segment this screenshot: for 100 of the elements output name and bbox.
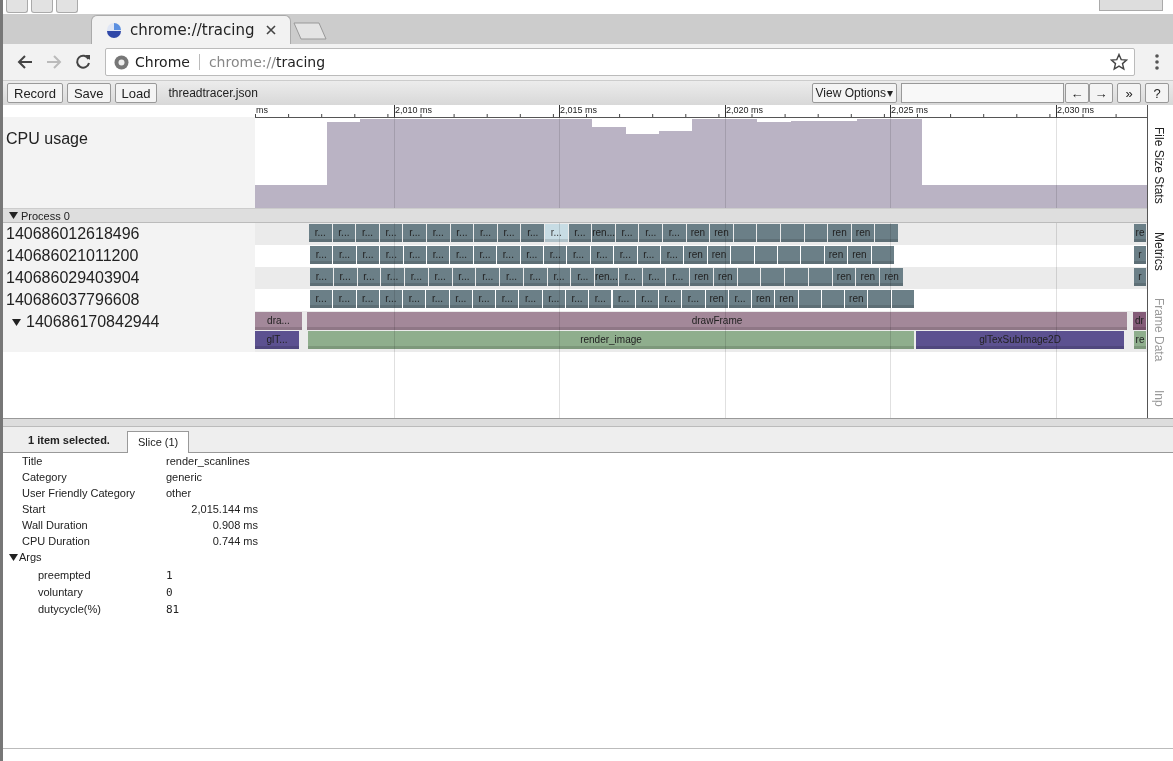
trace-slice[interactable]: r...: [682, 290, 705, 308]
trace-slice[interactable]: r...: [449, 290, 472, 308]
trace-slice[interactable]: ren: [713, 268, 737, 286]
trace-slice[interactable]: ren: [845, 290, 868, 308]
trace-slice[interactable]: render_image: [308, 331, 914, 349]
trace-slice[interactable]: r...: [427, 246, 450, 264]
trace-slice[interactable]: r...: [642, 268, 666, 286]
trace-slice[interactable]: r...: [618, 268, 642, 286]
trace-slice[interactable]: r...: [614, 246, 637, 264]
trace-slice[interactable]: r...: [356, 224, 379, 242]
trace-slice[interactable]: r...: [427, 224, 450, 242]
trace-slice[interactable]: r...: [428, 268, 452, 286]
trace-slice[interactable]: ren...: [595, 268, 618, 286]
trace-slice[interactable]: r...: [379, 224, 403, 242]
trace-slice[interactable]: dra...: [255, 312, 302, 330]
trace-slice[interactable]: r...: [333, 246, 356, 264]
trace-slice[interactable]: r...: [589, 290, 612, 308]
trace-slice[interactable]: ren: [824, 246, 848, 264]
trace-slice[interactable]: r...: [309, 224, 332, 242]
details-tab[interactable]: Slice (1): [126, 431, 190, 453]
trace-slice[interactable]: r...: [615, 224, 639, 242]
trace-slice[interactable]: r...: [590, 246, 614, 264]
trace-slice[interactable]: r...: [547, 268, 571, 286]
trace-slice[interactable]: r...: [473, 246, 497, 264]
trace-slice[interactable]: glT...: [255, 331, 299, 349]
star-icon[interactable]: [1110, 53, 1128, 71]
trace-slice[interactable]: r: [1134, 268, 1146, 286]
trace-slice[interactable]: ren: [686, 224, 710, 242]
trace-slice[interactable]: [808, 268, 832, 286]
trace-slice[interactable]: r...: [380, 246, 403, 264]
trace-slice[interactable]: r...: [379, 290, 403, 308]
trace-slice[interactable]: r...: [381, 268, 404, 286]
trace-slice[interactable]: ren: [856, 268, 880, 286]
trace-slice[interactable]: glTexSubImage2D: [916, 331, 1124, 349]
trace-slice[interactable]: r...: [405, 268, 428, 286]
trace-slice[interactable]: r...: [571, 268, 595, 286]
args-header[interactable]: Args: [9, 551, 1173, 563]
trace-slice[interactable]: [804, 224, 828, 242]
trace-slice[interactable]: r...: [357, 268, 381, 286]
trace-slice[interactable]: r...: [542, 290, 565, 308]
trace-slice[interactable]: r...: [661, 246, 684, 264]
trace-slice[interactable]: r...: [545, 224, 568, 242]
arrow-button[interactable]: ←: [1065, 83, 1089, 103]
trace-slice[interactable]: r...: [496, 290, 519, 308]
view-options-button[interactable]: View Options▾: [811, 83, 897, 103]
trace-slice[interactable]: r...: [310, 246, 333, 264]
trace-slice[interactable]: r...: [310, 268, 333, 286]
trace-slice[interactable]: dr: [1133, 312, 1146, 330]
trace-slice[interactable]: r...: [639, 224, 662, 242]
trace-slice[interactable]: r...: [333, 290, 356, 308]
trace-slice[interactable]: r...: [333, 268, 357, 286]
trace-slice[interactable]: [733, 224, 757, 242]
trace-slice[interactable]: [754, 246, 777, 264]
trace-slice[interactable]: r...: [452, 268, 476, 286]
trace-slice[interactable]: r...: [521, 224, 544, 242]
trace-slice[interactable]: r: [1134, 246, 1146, 264]
trace-slice[interactable]: r...: [663, 224, 686, 242]
trace-slice[interactable]: ren: [848, 246, 871, 264]
load-button[interactable]: Load: [114, 83, 158, 103]
trace-slice[interactable]: ren: [705, 290, 728, 308]
trace-slice[interactable]: ren: [832, 268, 856, 286]
trace-slice[interactable]: r...: [637, 246, 660, 264]
trace-slice[interactable]: r...: [523, 268, 547, 286]
trace-slice[interactable]: r...: [403, 246, 426, 264]
trace-slice[interactable]: [891, 290, 914, 308]
trace-slice[interactable]: [821, 290, 845, 308]
trace-slice[interactable]: r...: [544, 246, 567, 264]
trace-slice[interactable]: r...: [612, 290, 635, 308]
trace-slice[interactable]: drawFrame: [307, 312, 1127, 330]
trace-slice[interactable]: r...: [356, 246, 380, 264]
trace-slice[interactable]: r...: [728, 290, 752, 308]
side-tab[interactable]: Metrics: [1151, 231, 1166, 271]
trace-slice[interactable]: re: [1134, 224, 1146, 242]
trace-slice[interactable]: ren: [684, 246, 707, 264]
help-button[interactable]: ?: [1145, 83, 1169, 103]
save-button[interactable]: Save: [66, 83, 111, 103]
trace-slice[interactable]: [737, 268, 761, 286]
trace-slice[interactable]: r...: [450, 246, 473, 264]
trace-slice[interactable]: r...: [403, 224, 426, 242]
trace-slice[interactable]: r...: [450, 224, 474, 242]
trace-slice[interactable]: ren...: [592, 224, 615, 242]
trace-slice[interactable]: r...: [565, 290, 589, 308]
trace-slice[interactable]: r...: [666, 268, 690, 286]
address-field[interactable]: Chrome chrome://tracing: [105, 48, 1135, 76]
trace-slice[interactable]: ren: [690, 268, 713, 286]
side-tab[interactable]: File Size Stats: [1151, 127, 1166, 204]
trace-slice[interactable]: re: [1134, 331, 1146, 349]
record-button[interactable]: Record: [7, 83, 63, 103]
trace-slice[interactable]: ren: [880, 268, 903, 286]
trace-slice[interactable]: ren: [710, 224, 733, 242]
trace-slice[interactable]: [871, 246, 894, 264]
process-header[interactable]: Process 0: [3, 208, 1147, 223]
menu-icon[interactable]: [1154, 53, 1160, 71]
trace-slice[interactable]: r...: [472, 290, 496, 308]
trace-slice[interactable]: r...: [519, 290, 542, 308]
trace-slice[interactable]: r...: [403, 290, 426, 308]
trace-slice[interactable]: ren: [707, 246, 731, 264]
search-field[interactable]: [901, 83, 1064, 103]
trace-slice[interactable]: r...: [500, 268, 523, 286]
trace-slice[interactable]: [778, 246, 801, 264]
